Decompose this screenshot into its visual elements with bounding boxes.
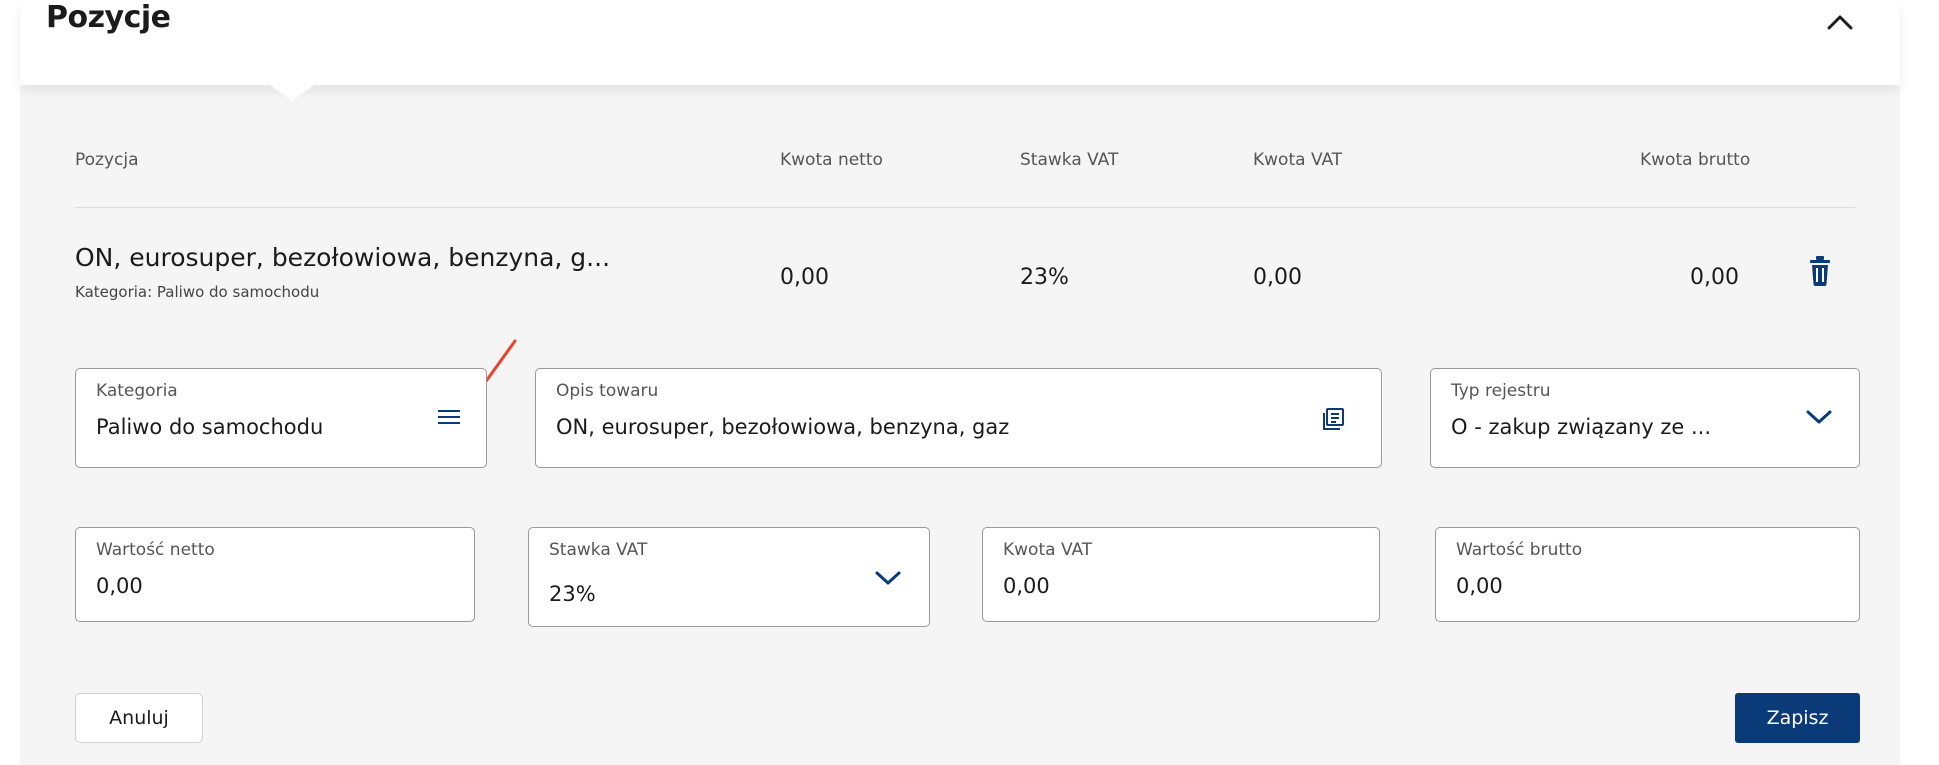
section-header: Pozycje: [20, 0, 1900, 85]
kategoria-label: Kategoria: [96, 381, 178, 401]
trash-icon: [1810, 256, 1830, 286]
row-kwota-brutto: 0,00: [1690, 265, 1739, 290]
positions-panel: Pozycja Kwota netto Stawka VAT Kwota VAT…: [20, 85, 1900, 765]
typ-rejestru-label: Typ rejestru: [1451, 381, 1551, 401]
cancel-button[interactable]: Anuluj: [75, 693, 203, 743]
typ-rejestru-dropdown[interactable]: [1803, 405, 1835, 429]
header-stawka-vat: Stawka VAT: [1020, 150, 1119, 170]
row-item-category: Kategoria: Paliwo do samochodu: [75, 283, 320, 301]
typ-rejestru-select[interactable]: Typ rejestru O - zakup związany ze ...: [1430, 368, 1860, 468]
kwota-vat-label: Kwota VAT: [1003, 540, 1093, 560]
opis-towaru-field[interactable]: Opis towaru ON, eurosuper, bezołowiowa, …: [535, 368, 1382, 468]
chevron-down-icon: [1806, 410, 1832, 424]
delete-row-button[interactable]: [1808, 255, 1832, 287]
row-kwota-vat: 0,00: [1253, 265, 1302, 290]
stawka-vat-label: Stawka VAT: [549, 540, 648, 560]
save-button[interactable]: Zapisz: [1735, 693, 1860, 743]
kategoria-value: Paliwo do samochodu: [96, 415, 324, 439]
stawka-vat-select[interactable]: Stawka VAT 23%: [528, 527, 930, 627]
opis-towaru-label: Opis towaru: [556, 381, 659, 401]
opis-towaru-value: ON, eurosuper, bezołowiowa, benzyna, gaz: [556, 415, 1010, 439]
kategoria-field[interactable]: Kategoria Paliwo do samochodu: [75, 368, 487, 468]
header-kwota-netto: Kwota netto: [780, 150, 883, 170]
kwota-vat-value: 0,00: [1003, 574, 1050, 598]
table-header: Pozycja Kwota netto Stawka VAT Kwota VAT…: [20, 85, 1900, 210]
wartosc-netto-input[interactable]: Wartość netto 0,00: [75, 527, 475, 622]
typ-rejestru-value: O - zakup związany ze ...: [1451, 415, 1712, 439]
section-title: Pozycje: [46, 0, 171, 35]
row-item-name: ON, eurosuper, bezołowiowa, benzyna, g..…: [75, 243, 611, 272]
header-notch: [270, 85, 314, 101]
header-pozycja: Pozycja: [75, 150, 139, 170]
header-divider: [75, 207, 1855, 208]
collapse-button[interactable]: [1820, 2, 1860, 42]
wartosc-brutto-input[interactable]: Wartość brutto 0,00: [1435, 527, 1860, 622]
stawka-vat-value: 23%: [549, 582, 596, 606]
wartosc-netto-label: Wartość netto: [96, 540, 215, 560]
chevron-down-icon: [875, 571, 901, 585]
dictionary-button[interactable]: [1320, 405, 1348, 433]
kwota-vat-input[interactable]: Kwota VAT 0,00: [982, 527, 1380, 622]
stawka-vat-dropdown[interactable]: [872, 566, 904, 590]
header-kwota-vat: Kwota VAT: [1253, 150, 1343, 170]
category-list-button[interactable]: [434, 405, 464, 429]
wartosc-netto-value: 0,00: [96, 574, 143, 598]
menu-lines-icon: [438, 410, 460, 424]
dictionary-icon: [1323, 408, 1344, 430]
wartosc-brutto-label: Wartość brutto: [1456, 540, 1583, 560]
wartosc-brutto-value: 0,00: [1456, 574, 1503, 598]
row-kwota-netto: 0,00: [780, 265, 829, 290]
header-kwota-brutto: Kwota brutto: [1640, 150, 1751, 170]
row-stawka-vat: 23%: [1020, 265, 1069, 290]
chevron-up-icon: [1827, 15, 1853, 30]
